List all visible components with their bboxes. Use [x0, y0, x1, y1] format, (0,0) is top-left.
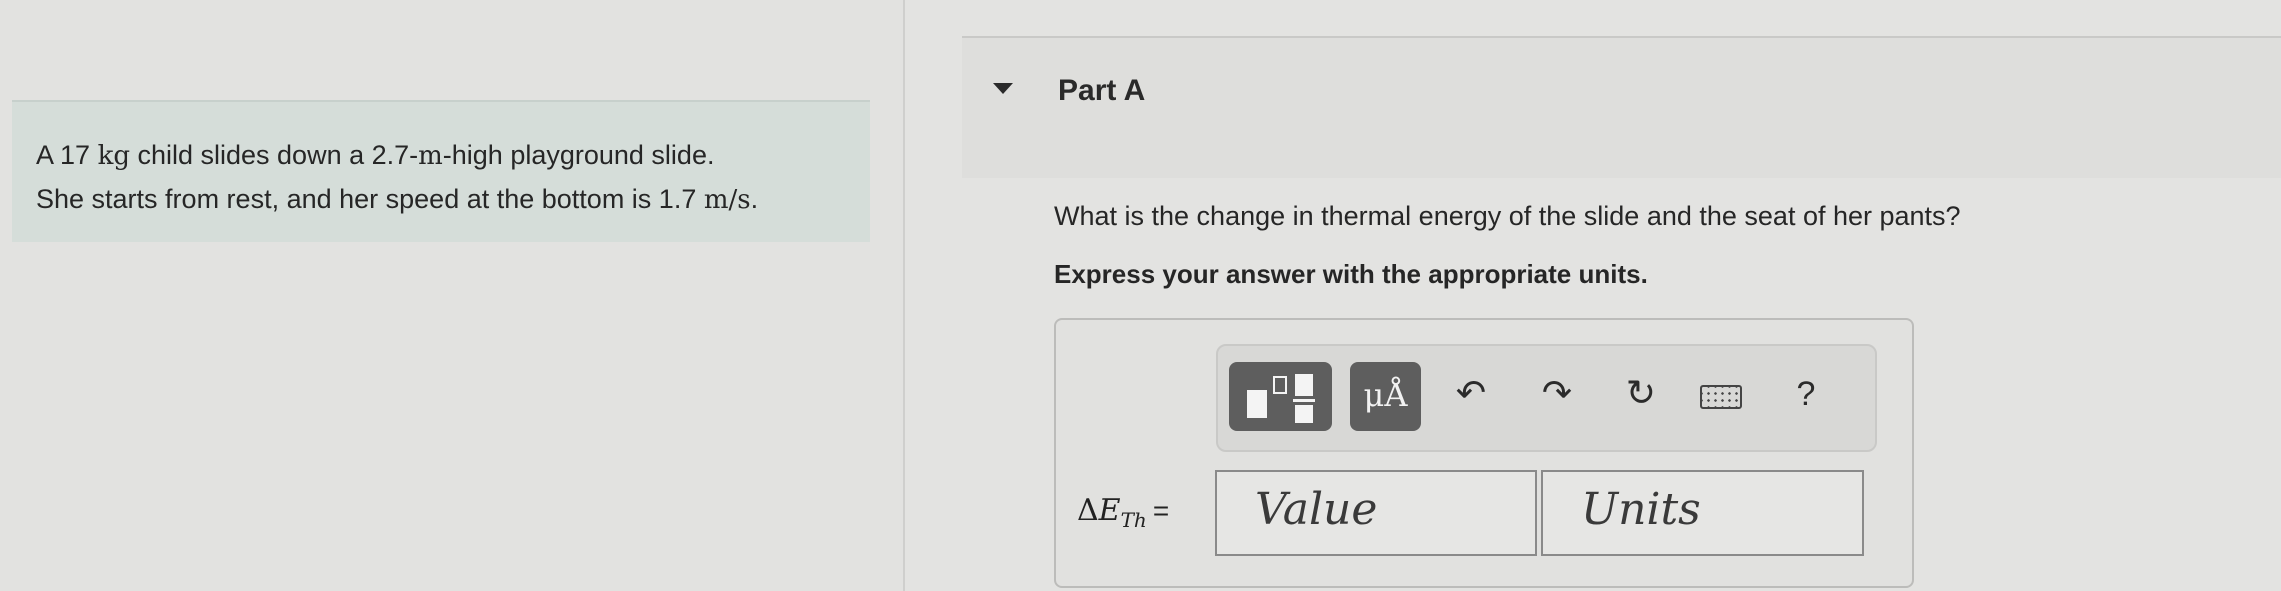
- units-label[interactable]: μÅ: [1350, 376, 1421, 414]
- problem-text: A 17 kg child slides down a 2.7-m-high p…: [36, 134, 758, 222]
- collapse-caret-icon[interactable]: [993, 83, 1013, 94]
- template-block-icon: [1247, 390, 1267, 418]
- value-input[interactable]: Value: [1215, 470, 1537, 556]
- undo-icon[interactable]: ↶: [1447, 370, 1495, 418]
- template-denominator-icon: [1295, 405, 1313, 423]
- problem-line-1: A 17 kg child slides down a 2.7-m-high p…: [36, 134, 758, 178]
- unit-kg: kg: [97, 141, 130, 171]
- reset-icon[interactable]: ↻: [1617, 370, 1665, 418]
- problem-statement: A 17 kg child slides down a 2.7-m-high p…: [12, 100, 870, 242]
- units-placeholder: Units: [1581, 484, 1701, 535]
- energy-symbol: E: [1098, 493, 1121, 528]
- redo-icon[interactable]: ↷: [1533, 370, 1581, 418]
- delta-symbol: Δ: [1077, 493, 1099, 528]
- instruction-text: Express your answer with the appropriate…: [1054, 259, 1648, 289]
- answer-variable-label: ΔETh =: [1077, 493, 1169, 532]
- template-numerator-icon: [1295, 374, 1313, 396]
- thermal-subscript: Th: [1120, 508, 1147, 532]
- problem-line-2: She starts from rest, and her speed at t…: [36, 178, 758, 222]
- unit-m: m: [418, 141, 443, 171]
- template-box-icon: [1273, 376, 1287, 394]
- keyboard-icon[interactable]: [1700, 385, 1742, 409]
- problem-text-run: .: [750, 184, 759, 214]
- question-text: What is the change in thermal energy of …: [1054, 201, 1961, 231]
- part-title[interactable]: Part A: [1058, 74, 1145, 108]
- unit-m-per-s: m/s: [703, 185, 751, 215]
- problem-text-run: She starts from rest, and her speed at t…: [36, 184, 704, 214]
- part-header[interactable]: [962, 38, 2281, 178]
- pane-divider: [903, 0, 905, 591]
- template-fraction-bar-icon: [1293, 399, 1315, 402]
- templates-button[interactable]: [1229, 362, 1332, 431]
- problem-text-run: -high playground slide.: [442, 140, 715, 170]
- units-input[interactable]: Units: [1541, 470, 1864, 556]
- problem-text-run: child slides down a 2.7-: [129, 140, 419, 170]
- value-placeholder: Value: [1255, 484, 1378, 535]
- problem-pane: [0, 0, 903, 591]
- help-button[interactable]: ?: [1782, 370, 1830, 418]
- equals-sign: =: [1152, 495, 1170, 526]
- problem-text-run: A 17: [36, 140, 98, 170]
